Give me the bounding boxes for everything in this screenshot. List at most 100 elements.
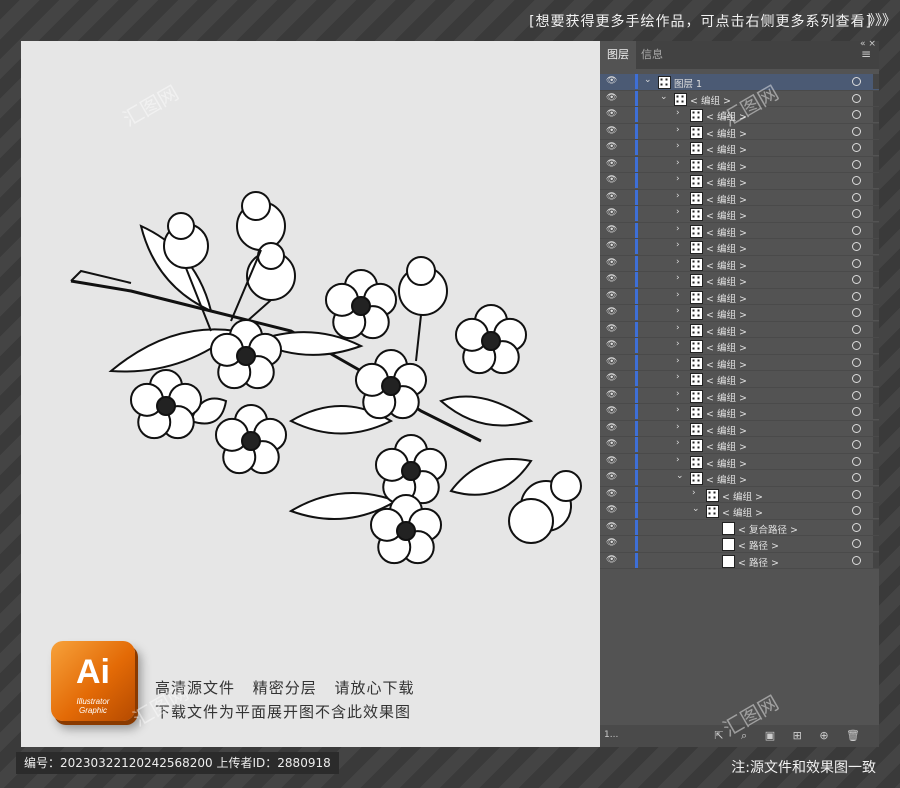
target-circle-icon[interactable] — [852, 93, 861, 103]
layer-row[interactable]: 👁 › < 编组 > — [600, 453, 879, 470]
layer-label[interactable]: < 编组 > — [706, 291, 747, 305]
expand-chevron-icon[interactable]: › — [676, 125, 680, 135]
expand-chevron-icon[interactable]: › — [676, 273, 680, 283]
layer-row[interactable]: 👁 › < 编组 > — [600, 239, 879, 256]
tab-layers[interactable]: 图层 — [600, 41, 636, 69]
promo-banner-text[interactable]: [想要获得更多手绘作品，可点击右侧更多系列查看] — [529, 11, 872, 31]
expand-chevron-icon[interactable]: › — [676, 405, 680, 415]
layer-row[interactable]: 👁 < 路径 > — [600, 552, 879, 569]
layer-row[interactable]: 👁 › < 编组 > — [600, 288, 879, 305]
target-circle-icon[interactable] — [852, 456, 861, 466]
layer-row[interactable]: 👁 › < 编组 > — [600, 486, 879, 503]
layer-label[interactable]: < 编组 > — [706, 208, 747, 222]
layer-row[interactable]: 👁 › < 编组 > — [600, 321, 879, 338]
expand-chevron-icon[interactable]: › — [676, 356, 680, 366]
layer-row[interactable]: 👁 › < 编组 > — [600, 272, 879, 289]
layer-row[interactable]: 👁 › < 编组 > — [600, 404, 879, 421]
layer-label[interactable]: < 编组 > — [706, 373, 747, 387]
target-circle-icon[interactable] — [852, 555, 861, 565]
target-circle-icon[interactable] — [852, 539, 861, 548]
visibility-eye-icon[interactable]: 👁 — [606, 241, 618, 251]
layer-label[interactable]: < 编组 > — [722, 489, 763, 503]
layer-row[interactable]: 👁 < 路径 > — [600, 536, 879, 553]
visibility-eye-icon[interactable]: 👁 — [606, 208, 618, 218]
expand-chevron-icon[interactable]: › — [676, 191, 680, 201]
target-circle-icon[interactable] — [852, 110, 861, 119]
visibility-eye-icon[interactable]: 👁 — [606, 538, 618, 548]
layer-row[interactable]: 👁 ⌄ < 编组 > — [600, 503, 879, 520]
target-circle-icon[interactable] — [852, 374, 861, 383]
target-circle-icon[interactable] — [852, 423, 861, 433]
footer-actions-icon[interactable]: ⇱ ⌕ ▣ ⊞ ⊕ 🗑 — [714, 729, 867, 743]
layer-label[interactable]: < 编组 > — [706, 159, 747, 173]
visibility-eye-icon[interactable]: 👁 — [606, 274, 618, 284]
target-circle-icon[interactable] — [852, 291, 861, 301]
visibility-eye-icon[interactable]: 👁 — [606, 142, 618, 152]
target-circle-icon[interactable] — [852, 176, 861, 185]
layer-row[interactable]: 👁 › < 编组 > — [600, 387, 879, 404]
layer-label[interactable]: < 编组 > — [706, 406, 747, 420]
layer-row[interactable]: 👁 ⌄ < 编组 > — [600, 90, 879, 107]
tab-info[interactable]: 信息 — [634, 41, 670, 69]
expand-chevron-icon[interactable]: › — [676, 158, 680, 168]
expand-chevron-icon[interactable]: › — [676, 207, 680, 217]
layer-label[interactable]: < 编组 > — [706, 192, 747, 206]
layer-label[interactable]: < 编组 > — [706, 126, 747, 140]
visibility-eye-icon[interactable]: 👁 — [606, 357, 618, 367]
visibility-eye-icon[interactable]: 👁 — [606, 423, 618, 433]
layer-row[interactable]: 👁 › < 编组 > — [600, 437, 879, 454]
visibility-eye-icon[interactable]: 👁 — [606, 175, 618, 185]
target-circle-icon[interactable] — [852, 77, 861, 86]
visibility-eye-icon[interactable]: 👁 — [606, 109, 618, 119]
expand-chevron-icon[interactable]: › — [676, 174, 680, 184]
target-circle-icon[interactable] — [852, 209, 861, 218]
layer-row[interactable]: 👁 › < 编组 > — [600, 338, 879, 355]
layer-label[interactable]: < 编组 > — [706, 109, 747, 123]
layer-label[interactable]: < 编组 > — [722, 505, 763, 519]
target-circle-icon[interactable] — [852, 341, 861, 350]
visibility-eye-icon[interactable]: 👁 — [606, 324, 618, 334]
layer-label[interactable]: < 编组 > — [706, 390, 747, 404]
visibility-eye-icon[interactable]: 👁 — [606, 76, 618, 86]
visibility-eye-icon[interactable]: 👁 — [606, 406, 618, 416]
layer-row[interactable]: 👁 › < 编组 > — [600, 222, 879, 239]
layer-label[interactable]: 图层 1 — [674, 76, 702, 90]
target-circle-icon[interactable] — [852, 440, 861, 449]
layer-row[interactable]: 👁 › < 编组 > — [600, 255, 879, 272]
expand-chevron-icon[interactable]: ⌄ — [676, 471, 684, 481]
expand-chevron-icon[interactable]: › — [692, 488, 696, 498]
layer-row[interactable]: 👁 › < 编组 > — [600, 420, 879, 437]
expand-chevron-icon[interactable]: › — [676, 372, 680, 382]
layer-label[interactable]: < 编组 > — [706, 274, 747, 288]
target-circle-icon[interactable] — [852, 126, 861, 136]
target-circle-icon[interactable] — [852, 473, 861, 482]
layer-label[interactable]: < 编组 > — [706, 357, 747, 371]
target-circle-icon[interactable] — [852, 308, 861, 317]
visibility-eye-icon[interactable]: 👁 — [606, 307, 618, 317]
layer-label[interactable]: < 编组 > — [690, 93, 731, 107]
visibility-eye-icon[interactable]: 👁 — [606, 472, 618, 482]
layer-label[interactable]: < 编组 > — [706, 423, 747, 437]
target-circle-icon[interactable] — [852, 522, 861, 532]
visibility-eye-icon[interactable]: 👁 — [606, 93, 618, 103]
layer-label[interactable]: < 编组 > — [706, 142, 747, 156]
visibility-eye-icon[interactable]: 👁 — [606, 489, 618, 499]
expand-chevron-icon[interactable]: › — [676, 141, 680, 151]
layer-row[interactable]: 👁 › < 编组 > — [600, 189, 879, 206]
visibility-eye-icon[interactable]: 👁 — [606, 555, 618, 565]
expand-chevron-icon[interactable]: › — [676, 257, 680, 267]
expand-chevron-icon[interactable]: ⌄ — [660, 92, 668, 102]
visibility-eye-icon[interactable]: 👁 — [606, 390, 618, 400]
layer-row[interactable]: 👁 › < 编组 > — [600, 206, 879, 223]
target-circle-icon[interactable] — [852, 489, 861, 499]
target-circle-icon[interactable] — [852, 225, 861, 235]
visibility-eye-icon[interactable]: 👁 — [606, 340, 618, 350]
target-circle-icon[interactable] — [852, 242, 861, 251]
layer-label[interactable]: < 编组 > — [706, 225, 747, 239]
banner-arrows-icon[interactable]: 》》》 — [868, 10, 896, 30]
expand-chevron-icon[interactable]: › — [676, 290, 680, 300]
layer-row[interactable]: 👁 < 复合路径 > — [600, 519, 879, 536]
expand-chevron-icon[interactable]: › — [676, 323, 680, 333]
layer-row[interactable]: 👁 ⌄ < 编组 > — [600, 470, 879, 487]
visibility-eye-icon[interactable]: 👁 — [606, 373, 618, 383]
